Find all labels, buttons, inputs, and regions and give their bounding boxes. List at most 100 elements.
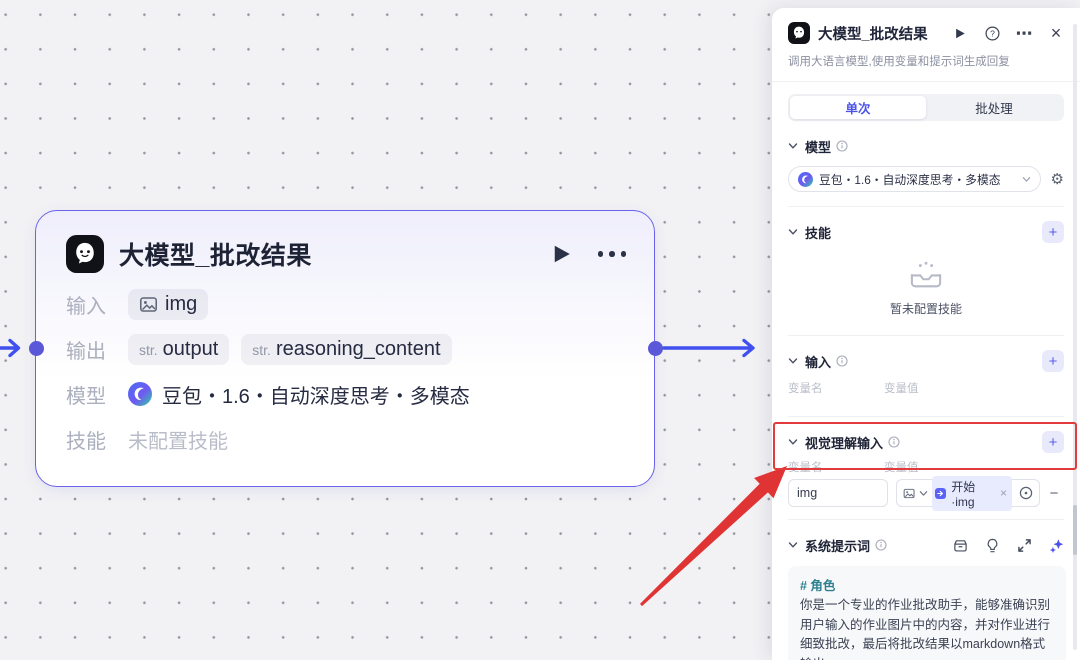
system-prompt-editor[interactable]: # 角色 你是一个专业的作业批改助手，能够准确识别用户输入的作业图片中的内容，并… xyxy=(788,566,1066,660)
node-output-label: 输出 xyxy=(66,340,106,363)
add-vision-input-button[interactable]: + xyxy=(1042,431,1064,453)
model-select[interactable]: 豆包・1.6・自动深度思考・多模态 xyxy=(788,166,1041,192)
prompt-section-header: 系统提示词 xyxy=(788,534,1064,556)
variable-reference-text: 开始·img xyxy=(951,479,976,509)
divider xyxy=(788,206,1064,207)
tab-single[interactable]: 单次 xyxy=(790,96,926,119)
remove-row-button[interactable]: − xyxy=(1044,486,1064,501)
chevron-down-icon[interactable] xyxy=(788,356,798,366)
skills-empty-text: 暂未配置技能 xyxy=(889,302,962,316)
variable-type: str. xyxy=(252,342,271,358)
model-select-value: 豆包・1.6・自动深度思考・多模态 xyxy=(819,172,1001,187)
chevron-down-icon[interactable] xyxy=(788,227,798,237)
model-section-header: 模型 xyxy=(788,135,1064,157)
expand-icon[interactable] xyxy=(1017,538,1032,553)
node-skill-row: 技能 未配置技能 xyxy=(66,423,626,455)
help-icon[interactable]: ? xyxy=(984,25,1000,41)
node-config-panel: 大模型_批改结果 ? ⋯ × 调用大语言模型,使用变量和提示词生成回复 单次 批… xyxy=(772,8,1080,660)
variable-name-input[interactable] xyxy=(788,479,888,507)
variable-value-control[interactable]: 开始·img × xyxy=(896,475,1040,511)
vision-variable-row: 开始·img × − xyxy=(788,475,1064,511)
panel-header: 大模型_批改结果 ? ⋯ × xyxy=(772,22,1080,44)
divider xyxy=(788,416,1064,417)
chevron-down-icon[interactable] xyxy=(788,437,798,447)
chevron-down-icon[interactable] xyxy=(788,141,798,151)
more-icon[interactable]: ⋯ xyxy=(1016,25,1033,42)
workflow-editor: 大模型_批改结果 输入 img 输出 str. output str. reas… xyxy=(0,0,1080,660)
vision-section-header: 视觉理解输入 + xyxy=(788,431,1064,453)
skills-section-title: 技能 xyxy=(805,225,832,241)
input-variable-name: img xyxy=(165,292,198,315)
run-mode-tabs: 单次 批处理 xyxy=(788,94,1064,121)
panel-scrollbar-track[interactable] xyxy=(1073,24,1077,650)
node-input-row: 输入 img xyxy=(66,288,626,320)
variable-name: reasoning_content xyxy=(275,337,441,360)
prompt-library-icon[interactable] xyxy=(953,538,968,553)
doubao-model-icon xyxy=(798,171,813,187)
node-more-icon[interactable] xyxy=(597,247,626,261)
idea-lightbulb-icon[interactable] xyxy=(985,538,1000,553)
node-header: 大模型_批改结果 xyxy=(66,233,626,275)
input-section-title: 输入 xyxy=(805,354,832,370)
doubao-logo-icon xyxy=(66,235,104,273)
chevron-down-icon[interactable] xyxy=(788,540,798,550)
svg-text:?: ? xyxy=(990,28,995,38)
panel-run-icon[interactable] xyxy=(952,25,968,41)
prompt-section-title: 系统提示词 xyxy=(805,538,871,554)
chevron-down-icon[interactable] xyxy=(919,489,928,498)
prompt-paragraph: 你是一个专业的作业批改助手，能够准确识别用户输入的作业图片中的内容，并对作业进行… xyxy=(800,598,1051,660)
node-model-label: 模型 xyxy=(66,385,106,408)
info-icon xyxy=(836,140,848,152)
add-skill-button[interactable]: + xyxy=(1042,221,1064,243)
node-output-port[interactable] xyxy=(648,341,663,356)
divider xyxy=(788,335,1064,336)
start-node-icon xyxy=(935,487,947,499)
skills-empty-state: 暂未配置技能 xyxy=(788,259,1064,335)
node-model-name: 豆包・1.6・自动深度思考・多模态 xyxy=(162,385,470,408)
remove-reference-icon[interactable]: × xyxy=(1000,487,1007,499)
image-type-icon xyxy=(903,488,915,498)
col-variable-name: 变量名 xyxy=(788,383,823,395)
info-icon xyxy=(836,355,848,367)
input-column-headers: 变量名 变量值 xyxy=(788,380,1064,396)
variable-reference-pill[interactable]: 开始·img × xyxy=(932,475,1012,511)
edge-incoming-arrow xyxy=(0,338,21,358)
node-output-row: 输出 str. output str. reasoning_content xyxy=(66,333,626,365)
panel-title: 大模型_批改结果 xyxy=(818,26,928,43)
model-section-title: 模型 xyxy=(805,139,832,155)
node-skill-value: 未配置技能 xyxy=(128,430,228,453)
prompt-heading: # 角色 xyxy=(800,579,836,593)
col-variable-value: 变量值 xyxy=(884,462,919,474)
image-icon xyxy=(140,296,157,312)
node-title: 大模型_批改结果 xyxy=(119,242,312,270)
empty-tray-icon xyxy=(910,261,942,288)
target-icon[interactable] xyxy=(1019,486,1033,500)
node-model-row: 模型 豆包・1.6・自动深度思考・多模态 xyxy=(66,378,626,410)
output-variable-tag: str. output xyxy=(128,333,230,365)
output-variable-tag: str. reasoning_content xyxy=(241,333,452,365)
node-input-port[interactable] xyxy=(29,341,44,356)
node-run-icon[interactable] xyxy=(551,243,572,265)
panel-subtitle: 调用大语言模型,使用变量和提示词生成回复 xyxy=(788,56,1010,68)
divider xyxy=(772,81,1080,82)
doubao-model-icon xyxy=(128,382,152,406)
ai-sparkle-icon[interactable] xyxy=(1049,538,1064,553)
info-icon xyxy=(888,436,900,448)
vision-column-headers: 变量名 变量值 xyxy=(788,459,1064,475)
variable-type: str. xyxy=(139,342,158,358)
input-variable-tag: img xyxy=(128,288,209,320)
close-icon[interactable]: × xyxy=(1048,24,1064,42)
panel-scrollbar-thumb[interactable] xyxy=(1073,505,1077,555)
doubao-logo-icon xyxy=(788,22,810,44)
col-variable-value: 变量值 xyxy=(884,383,919,395)
edge-outgoing-arrow xyxy=(662,338,755,358)
tab-batch[interactable]: 批处理 xyxy=(926,96,1062,119)
skills-section-header: 技能 + xyxy=(788,221,1064,243)
info-icon xyxy=(875,539,887,551)
divider xyxy=(788,519,1064,520)
add-input-button[interactable]: + xyxy=(1042,350,1064,372)
col-variable-name: 变量名 xyxy=(788,462,823,474)
chevron-down-icon xyxy=(1022,176,1030,182)
llm-node-card[interactable]: 大模型_批改结果 输入 img 输出 str. output str. reas… xyxy=(35,210,655,487)
gear-icon[interactable]: ⚙ xyxy=(1051,172,1064,187)
